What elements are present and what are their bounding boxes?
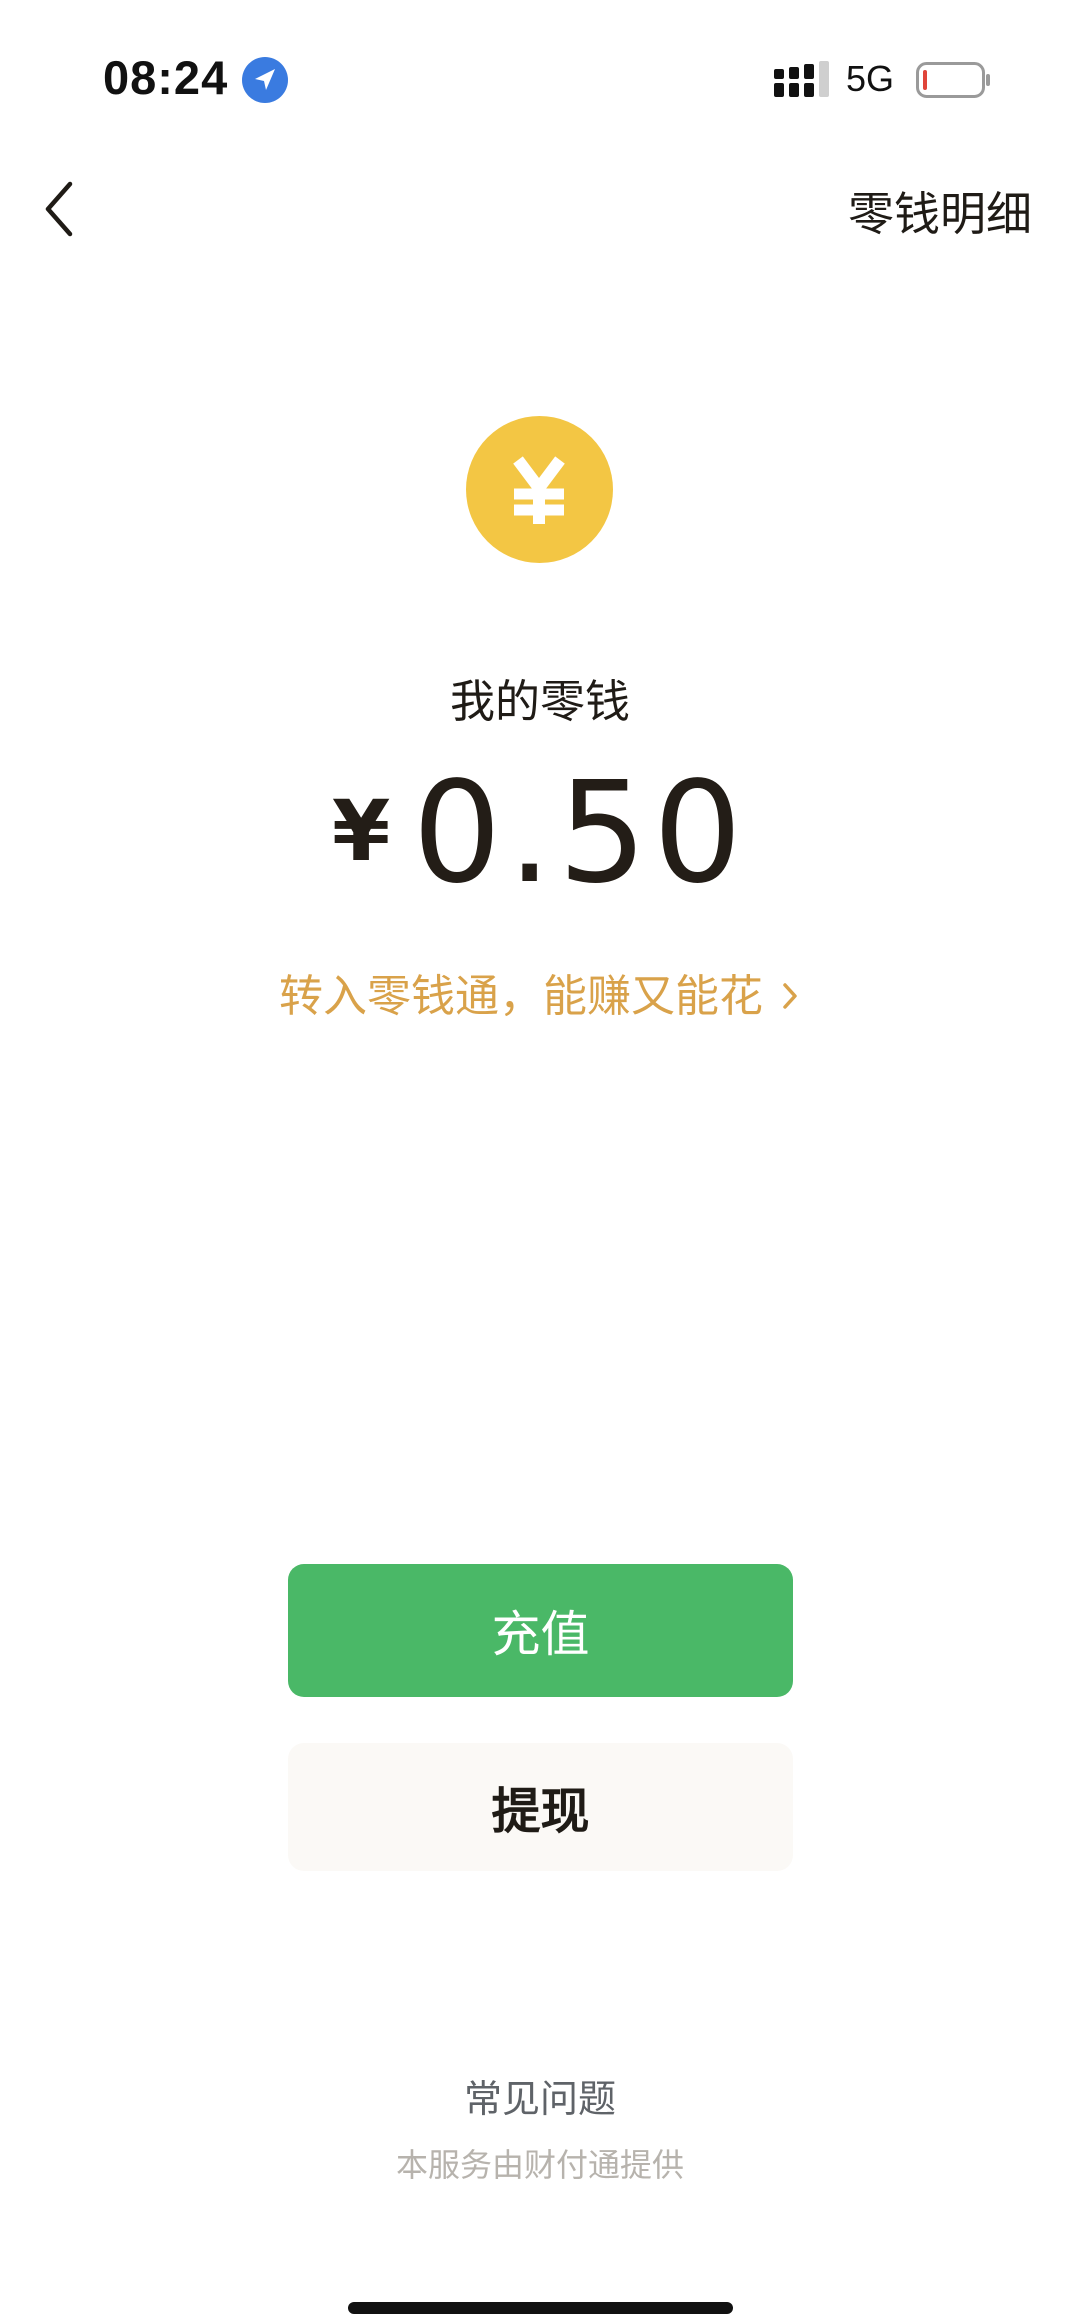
promo-text: 转入零钱通，能赚又能花 [279,971,763,1022]
yuan-icon [513,456,565,524]
currency-symbol: ¥ [331,782,391,880]
wallet-detail-link[interactable]: 零钱明细 [848,178,1032,244]
withdraw-button[interactable]: 提现 [288,1743,793,1871]
back-chevron-icon[interactable] [40,178,80,240]
balance-amount-row: ¥0.50 [0,760,1080,907]
faq-link[interactable]: 常见问题 [0,2068,1080,2123]
chevron-right-icon [783,983,797,1009]
status-time: 08:24 [103,51,229,104]
home-indicator[interactable] [348,2302,733,2314]
location-arrow-icon [242,57,288,103]
balance-amount: 0.50 [412,752,749,915]
coin-icon [466,416,613,563]
balance-title: 我的零钱 [449,675,630,728]
recharge-button[interactable]: 充值 [288,1564,793,1697]
provider-note: 本服务由财付通提供 [395,2146,684,2184]
network-type: 5G [846,58,895,99]
signal-bars-icon [774,61,829,97]
lingqiantong-promo-link[interactable]: 转入零钱通，能赚又能花 [0,960,1080,1024]
battery-low-icon [916,62,990,98]
